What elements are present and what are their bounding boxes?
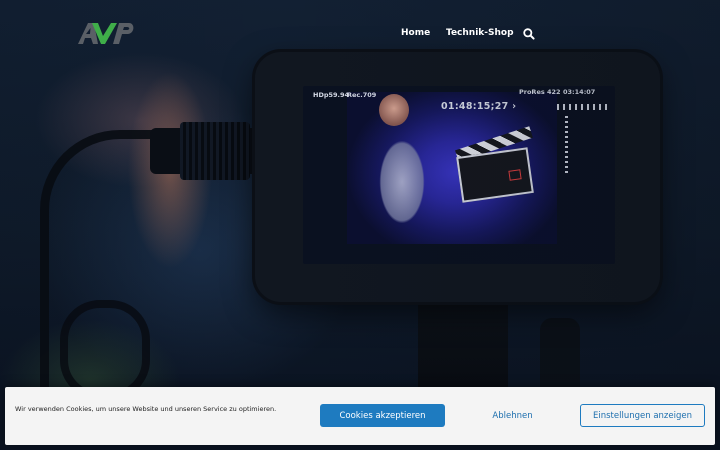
nav-home[interactable]: Home (401, 25, 430, 41)
clapperboard-top (455, 126, 533, 162)
osd-timecode: 01:48:15;27 › (441, 101, 517, 112)
monitor-scene (347, 92, 557, 244)
field-monitor (255, 52, 660, 302)
cookie-settings-button[interactable]: Einstellungen anzeigen (580, 404, 705, 427)
osd-audio-meter (557, 104, 607, 110)
cable-connector (180, 122, 250, 180)
clapperboard-marker (508, 169, 522, 181)
osd-format: HDp59.94 (313, 91, 350, 99)
monitor-mount-knob (540, 318, 580, 398)
cookie-banner: Wir verwenden Cookies, um unsere Website… (5, 387, 715, 445)
monitor-mount (418, 300, 508, 400)
logo-graphic (78, 23, 134, 44)
cable-plug (150, 128, 260, 174)
clapperboard (456, 147, 534, 203)
accept-cookies-button[interactable]: Cookies akzeptieren (320, 404, 445, 427)
osd-codec: ProRes 422 (519, 88, 561, 96)
camera-cable-loop (60, 300, 150, 400)
person-head (379, 94, 409, 126)
nav-technik-shop[interactable]: Technik-Shop (446, 25, 514, 41)
camera-cable (40, 130, 190, 410)
site-logo[interactable] (76, 20, 136, 46)
osd-battery-time: 03:14:07 (563, 88, 596, 96)
search-icon[interactable] (522, 26, 536, 40)
cookie-message: Wir verwenden Cookies, um unsere Website… (15, 405, 277, 413)
hero-background: HDp59.94 Rec.709 ProRes 422 03:14:07 01:… (0, 0, 720, 450)
reject-cookies-button[interactable]: Ablehnen (450, 404, 575, 427)
monitor-screen: HDp59.94 Rec.709 ProRes 422 03:14:07 01:… (303, 86, 615, 264)
osd-level-scale (565, 116, 568, 176)
osd-colorspace: Rec.709 (347, 91, 377, 99)
person-figure (367, 122, 437, 242)
